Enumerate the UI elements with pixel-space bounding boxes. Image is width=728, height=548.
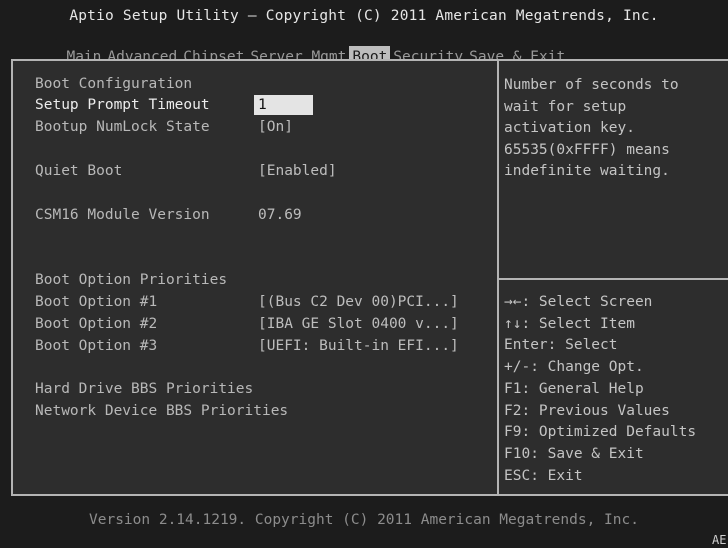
key-hint-previous-values: F2: Previous Values — [504, 402, 670, 419]
boot-option-2-label[interactable]: Boot Option #2 — [35, 314, 157, 334]
boot-option-3-value[interactable]: [UEFI: Built-in EFI...] — [258, 336, 459, 356]
help-line-1: Number of seconds to — [504, 77, 679, 93]
key-hint-enter: Enter: Select — [504, 337, 618, 354]
bootup-numlock-value[interactable]: [On] — [258, 117, 293, 137]
boot-option-1-value[interactable]: [(Bus C2 Dev 00)PCI...] — [258, 292, 459, 312]
corner-text: AE — [712, 533, 727, 547]
boot-configuration-heading: Boot Configuration — [35, 76, 193, 92]
key-hint-save-exit: F10: Save & Exit — [504, 445, 644, 462]
help-line-2: wait for setup — [504, 98, 627, 115]
boot-option-priorities-heading: Boot Option Priorities — [35, 272, 228, 288]
key-hint-esc-exit: ESC: Exit — [504, 467, 583, 484]
key-hint-general-help: F1: General Help — [504, 380, 644, 397]
boot-option-2-value[interactable]: [IBA GE Slot 0400 v...] — [258, 314, 459, 334]
version-footer: Version 2.14.1219. Copyright (C) 2011 Am… — [89, 512, 639, 528]
key-hint-select-screen: →←: Select Screen — [504, 294, 653, 310]
network-device-bbs-priorities-link[interactable]: Network Device BBS Priorities — [35, 401, 288, 421]
setup-prompt-timeout-label[interactable]: Setup Prompt Timeout — [35, 95, 210, 115]
help-line-5: indefinite waiting. — [504, 163, 670, 180]
boot-option-3-label[interactable]: Boot Option #3 — [35, 336, 157, 356]
key-hint-change-opt: +/-: Change Opt. — [504, 359, 644, 376]
help-divider — [499, 278, 728, 280]
key-hint-select-item: ↑↓: Select Item — [504, 315, 635, 332]
menu-bar: Main Advanced Chipset Server Mgmt Boot Securi… — [46, 30, 568, 68]
boot-option-1-label[interactable]: Boot Option #1 — [35, 292, 157, 312]
quiet-boot-label[interactable]: Quiet Boot — [35, 161, 122, 181]
help-line-3: activation key. — [504, 120, 635, 137]
help-line-4: 65535(0xFFFF) means — [504, 141, 670, 158]
hard-drive-bbs-priorities-link[interactable]: Hard Drive BBS Priorities — [35, 379, 253, 399]
quiet-boot-value[interactable]: [Enabled] — [258, 161, 337, 181]
csm16-version-label: CSM16 Module Version — [35, 207, 210, 223]
key-hint-optimized-defaults: F9: Optimized Defaults — [504, 424, 697, 441]
bootup-numlock-label[interactable]: Bootup NumLock State — [35, 117, 210, 137]
csm16-version-value: 07.69 — [258, 207, 302, 223]
setup-prompt-timeout-field[interactable]: 1 — [254, 95, 313, 115]
app-title: Aptio Setup Utility – Copyright (C) 2011… — [69, 8, 659, 24]
